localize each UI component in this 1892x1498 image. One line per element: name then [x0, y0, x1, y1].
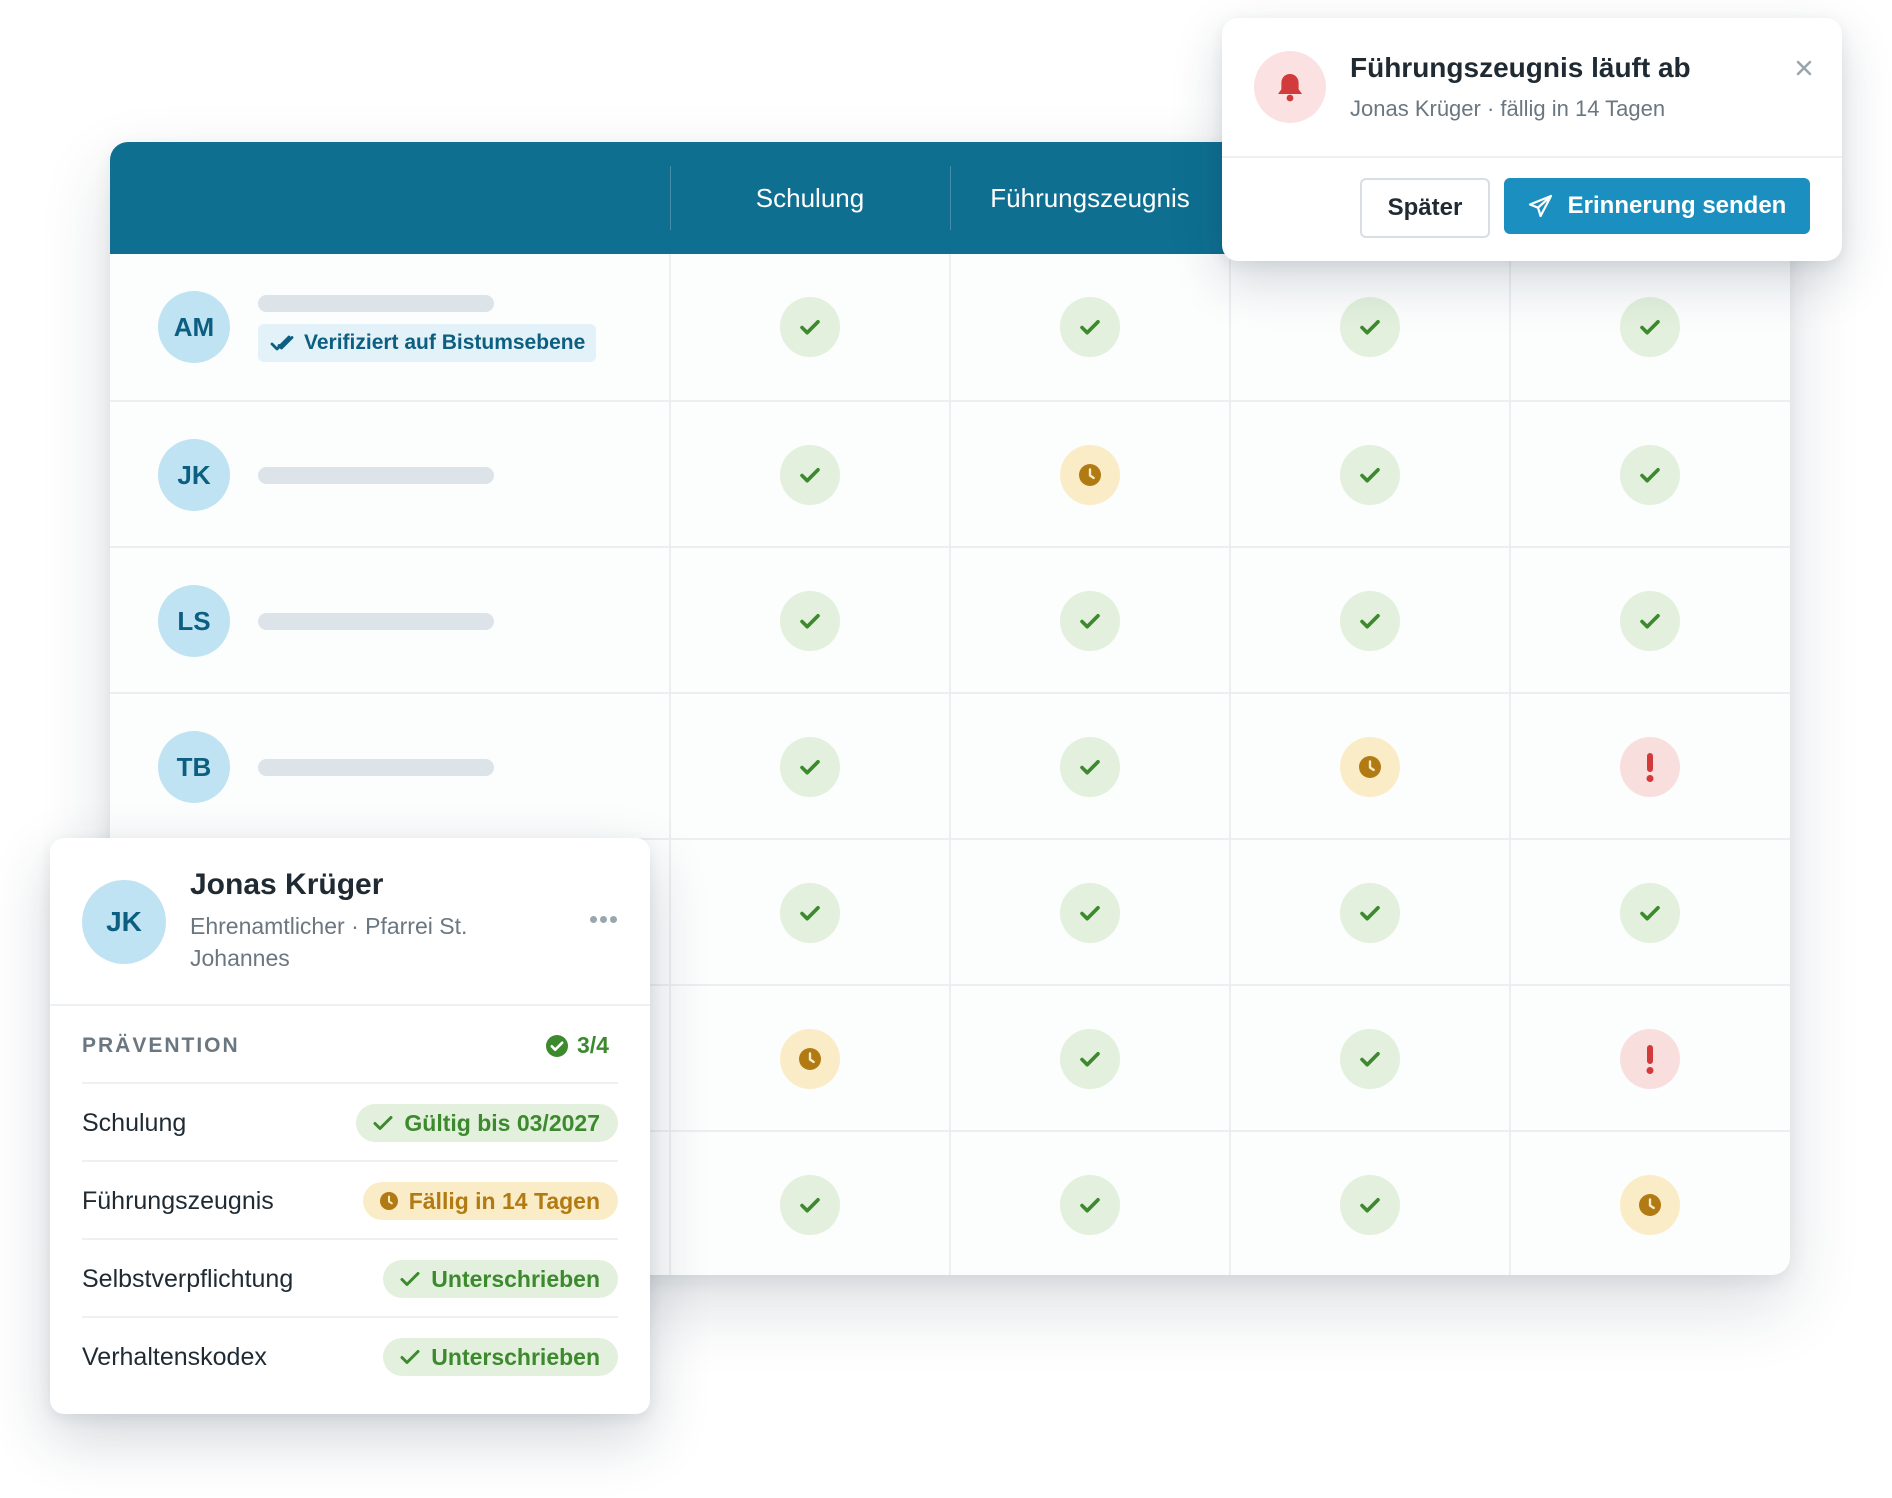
stage: Schulung Führungszeugnis AM Verifiziert au… [0, 0, 1892, 1498]
status-check-icon[interactable] [1340, 445, 1400, 505]
status-check-icon[interactable] [1340, 297, 1400, 357]
status-check-icon[interactable] [780, 1175, 840, 1235]
table-row[interactable]: LS [110, 546, 1790, 692]
name-placeholder [258, 613, 494, 630]
status-check-icon[interactable] [1060, 1175, 1120, 1235]
status-badge: Fällig in 14 Tagen [362, 1182, 618, 1220]
status-check-icon[interactable] [1340, 883, 1400, 943]
name-placeholder [258, 759, 494, 776]
status-alert-icon[interactable] [1620, 1029, 1680, 1089]
table-row[interactable]: AM Verifiziert auf Bistumsebene [110, 254, 1790, 400]
person-role: Ehrenamtlicher · Pfarrei St. Johannes [190, 913, 468, 971]
check-circle-icon [546, 1034, 568, 1057]
item-label: Schulung [82, 1108, 187, 1137]
status-check-icon[interactable] [780, 445, 840, 505]
check-icon [400, 1350, 420, 1364]
status-clock-icon[interactable] [780, 1029, 840, 1089]
status-badge-label: Gültig bis 03/2027 [404, 1109, 600, 1136]
item-label: Führungszeugnis [82, 1186, 274, 1215]
status-clock-icon[interactable] [1340, 737, 1400, 797]
name-cell: AM Verifiziert auf Bistumsebene [110, 254, 670, 400]
name-placeholder [258, 295, 494, 312]
status-check-icon[interactable] [1620, 297, 1680, 357]
status-check-icon[interactable] [1620, 883, 1680, 943]
status-check-icon[interactable] [780, 591, 840, 651]
prevention-progress: 3/4 [545, 1032, 609, 1059]
status-alert-icon[interactable] [1620, 737, 1680, 797]
status-check-icon[interactable] [1060, 297, 1120, 357]
status-check-icon[interactable] [1340, 1175, 1400, 1235]
status-check-icon[interactable] [1620, 591, 1680, 651]
verified-badge-label: Verifiziert auf Bistumsebene [304, 331, 586, 354]
notification-subtitle: Jonas Krüger · fällig in 14 Tagen [1350, 96, 1666, 121]
status-check-icon[interactable] [1060, 591, 1120, 651]
more-icon[interactable] [590, 916, 617, 923]
status-badge-label: Fällig in 14 Tagen [408, 1187, 600, 1214]
send-icon [1528, 194, 1552, 218]
status-clock-icon[interactable] [1620, 1175, 1680, 1235]
clock-icon [379, 1192, 398, 1210]
status-check-icon[interactable] [1620, 445, 1680, 505]
name-cell: JK [110, 402, 670, 548]
status-badge: Unterschrieben [383, 1260, 618, 1298]
verified-badge: Verifiziert auf Bistumsebene [258, 324, 596, 362]
list-item[interactable]: Schulung Gültig bis 03/2027 [82, 1084, 618, 1162]
bell-icon [1254, 51, 1326, 123]
status-check-icon[interactable] [1060, 883, 1120, 943]
column-header[interactable]: Führungszeugnis [950, 142, 1230, 254]
status-check-icon[interactable] [1340, 591, 1400, 651]
list-item[interactable]: Führungszeugnis Fällig in 14 Tagen [82, 1162, 618, 1240]
avatar: JK [82, 880, 166, 964]
list-item[interactable]: Selbstverpflichtung Unterschrieben [82, 1240, 618, 1318]
status-check-icon[interactable] [1340, 1029, 1400, 1089]
name-cell: TB [110, 694, 670, 840]
person-divider [50, 1004, 650, 1006]
double-check-icon [270, 335, 294, 351]
person-detail-card: JK Jonas Krüger Ehrenamtlicher · Pfarrei… [50, 838, 650, 1414]
status-check-icon[interactable] [780, 297, 840, 357]
send-reminder-label: Erinnerung senden [1567, 192, 1787, 219]
status-check-icon[interactable] [1060, 1029, 1120, 1089]
status-badge: Unterschrieben [383, 1338, 618, 1376]
person-name: Jonas Krüger [190, 868, 384, 901]
status-clock-icon[interactable] [1060, 445, 1120, 505]
avatar: AM [158, 291, 230, 363]
status-badge-label: Unterschrieben [431, 1265, 600, 1292]
avatar: LS [158, 585, 230, 657]
close-icon[interactable] [1790, 54, 1818, 82]
table-row[interactable]: TB [110, 692, 1790, 838]
name-cell: LS [110, 548, 670, 694]
item-label: Selbstverpflichtung [82, 1264, 294, 1293]
status-badge-label: Unterschrieben [431, 1343, 600, 1370]
notification-divider [1222, 156, 1842, 158]
progress-value: 3/4 [577, 1032, 609, 1058]
name-placeholder [258, 467, 494, 484]
avatar: TB [158, 731, 230, 803]
status-check-icon[interactable] [1060, 737, 1120, 797]
item-label: Verhaltenskodex [82, 1342, 267, 1371]
status-badge: Gültig bis 03/2027 [356, 1104, 618, 1142]
notification-title: Führungszeugnis läuft ab [1350, 52, 1691, 83]
section-label: PRÄVENTION [82, 1034, 240, 1057]
table-row[interactable]: JK [110, 400, 1790, 546]
check-icon [373, 1116, 393, 1130]
check-icon [400, 1272, 420, 1286]
status-check-icon[interactable] [780, 883, 840, 943]
later-button[interactable]: Später [1360, 178, 1490, 238]
status-check-icon[interactable] [780, 737, 840, 797]
list-item[interactable]: Verhaltenskodex Unterschrieben [82, 1318, 618, 1396]
column-header[interactable]: Schulung [670, 142, 950, 254]
avatar: JK [158, 439, 230, 511]
expiry-notification: Führungszeugnis läuft ab Jonas Krüger · … [1222, 18, 1842, 261]
send-reminder-button[interactable]: Erinnerung senden [1504, 178, 1810, 234]
